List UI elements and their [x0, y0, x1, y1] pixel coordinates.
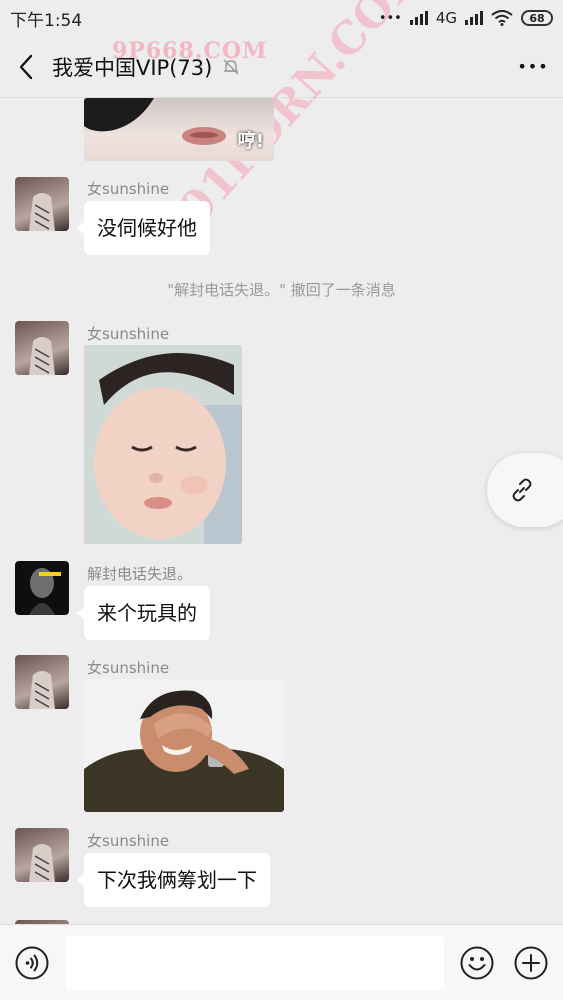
bell-off-icon [223, 59, 239, 74]
link-float-button[interactable] [487, 453, 563, 527]
sender-name: 女sunshine [87, 180, 170, 198]
sticker-image[interactable]: 哼! [84, 98, 274, 161]
signal-icon-2 [465, 11, 483, 25]
avatar[interactable] [15, 321, 69, 375]
baby-photo [84, 345, 242, 544]
more-button[interactable]: ••• [503, 36, 563, 98]
network-type: 4G [435, 9, 457, 27]
battery-icon: 68 [521, 10, 553, 26]
chevron-left-icon [19, 54, 33, 79]
avatar-art [29, 671, 55, 709]
avatar[interactable] [15, 561, 69, 615]
message-bubble[interactable]: 下次我俩筹划一下 [77, 853, 270, 907]
status-icons: ••• 4G 68 [379, 9, 553, 27]
avatar-art [29, 193, 55, 231]
status-dots: ••• [378, 10, 402, 26]
message-bubble[interactable]: 来个玩具的 [77, 586, 210, 640]
status-bar: 下午1:54 ••• 4G 68 [0, 0, 563, 36]
input-bar [0, 924, 563, 1000]
link-icon [512, 478, 532, 502]
avatar-art [29, 568, 61, 615]
avatar-art [29, 337, 55, 375]
status-time: 下午1:54 [10, 10, 83, 31]
voice-icon[interactable] [15, 946, 49, 980]
emoji-icon[interactable] [460, 946, 494, 980]
avatar[interactable] [15, 828, 69, 882]
signal-icon [409, 11, 428, 25]
message-bubble[interactable]: 没伺候好他 [77, 201, 210, 255]
man-photo [84, 679, 284, 812]
chat-header: 我爱中国VIP(73) ••• [0, 36, 563, 98]
message-input[interactable] [65, 936, 444, 990]
back-button[interactable] [0, 36, 52, 98]
message-list[interactable]: 哼! 女sunshine 没伺候好他 "解封电话失退。" 撤回了一条消息 女su… [0, 98, 563, 924]
image-message[interactable] [84, 345, 242, 544]
wifi-icon [491, 10, 513, 26]
chat-title: 我爱中国VIP(73) [52, 55, 213, 80]
avatar-art [29, 844, 55, 882]
more-icon: ••• [517, 57, 549, 76]
sticker-caption: 哼! [237, 131, 264, 152]
plus-icon[interactable] [514, 946, 548, 980]
sender-name: 女sunshine [87, 659, 170, 677]
sender-name: 女sunshine [87, 832, 170, 850]
image-message[interactable] [84, 679, 284, 812]
avatar[interactable] [15, 177, 69, 231]
avatar[interactable] [15, 655, 69, 709]
sender-name: 女sunshine [87, 325, 170, 343]
sender-name: 解封电话失退。 [87, 565, 193, 583]
recall-notice: "解封电话失退。" 撤回了一条消息 [167, 281, 396, 299]
